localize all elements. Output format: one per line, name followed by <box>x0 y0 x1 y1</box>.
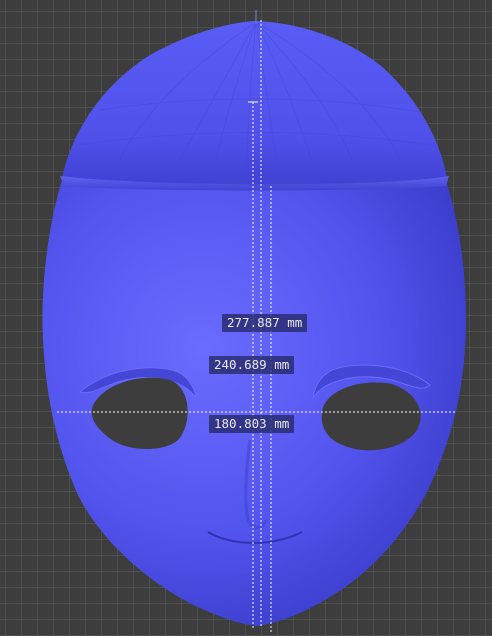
measurement-label-face-height[interactable]: 240.689 mm <box>209 356 295 374</box>
right-eye-hole <box>321 382 421 451</box>
measurement-label-width[interactable]: 180.803 mm <box>209 415 295 433</box>
3d-viewport[interactable]: 277.887 mm 240.689 mm 180.803 mm <box>0 0 492 636</box>
measurement-label-height[interactable]: 277.887 mm <box>222 314 308 332</box>
cap-top[interactable] <box>62 21 447 186</box>
